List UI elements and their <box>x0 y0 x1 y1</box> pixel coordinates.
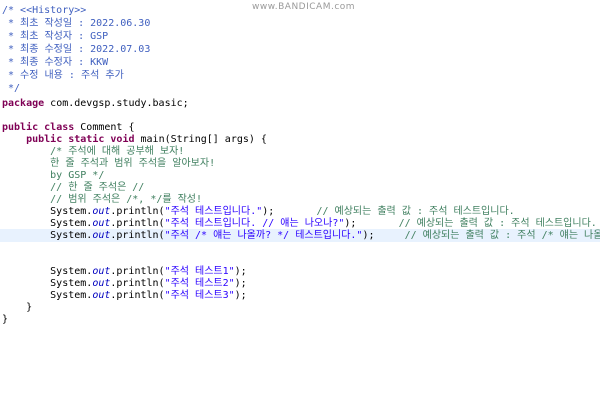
code-line-2: * 최초 작성일 : 2022.06.30 <box>0 17 600 30</box>
out-field: out <box>92 266 111 277</box>
out-field: out <box>92 218 111 229</box>
string-literal: "주석 테스트2" <box>164 278 235 289</box>
code-line-class-close: } <box>0 313 600 326</box>
package-keyword: package <box>2 98 45 109</box>
header-comment-line: * 최종 수정자 : KKW <box>2 57 109 68</box>
trailing-comment: // 예상되는 출력 값 : 주석 테스트입니다. <box>316 206 515 217</box>
string-literal: "주석 테스트입니다. // 얘는 나오나?" <box>164 218 345 229</box>
code-line-4: * 최종 수정일 : 2022.07.03 <box>0 43 600 56</box>
code-line-3: * 최초 작성자 : GSP <box>0 30 600 43</box>
header-comment-line: * 최초 작성자 : GSP <box>2 31 109 42</box>
code-line-5: * 최종 수정자 : KKW <box>0 56 600 69</box>
class-keyword: class <box>44 122 75 133</box>
string-literal: "주석 테스트3" <box>164 290 235 301</box>
header-comment-line: * 최종 수정일 : 2022.07.03 <box>2 44 151 55</box>
string-literal: "주석 테스트1" <box>164 266 235 277</box>
string-literal: "주석 /* 얘는 나올까? */ 테스트입니다." <box>164 230 363 241</box>
code-line-1: /* <<History>> <box>0 4 600 17</box>
public-keyword: public <box>2 122 39 133</box>
class-name: Comment { <box>74 122 135 133</box>
trailing-comment: // 예상되는 출력 값 : 주석 테스트입니다. // 얘는 나오나? <box>398 218 597 229</box>
out-field: out <box>92 206 111 217</box>
string-literal: "주석 테스트입니다." <box>164 206 263 217</box>
header-comment-line: */ <box>2 83 21 94</box>
static-keyword: static <box>68 134 105 145</box>
code-editor[interactable]: www.BANDICAM.com /* <<History>> * 최초 작성일… <box>0 0 600 403</box>
code-line-println-3-current: System.out.println("주석 /* 얘는 나올까? */ 테스트… <box>0 229 600 242</box>
code-line-7: */ <box>0 82 600 95</box>
code-line-6: * 수정 내용 : 주석 추가 <box>0 69 600 82</box>
void-keyword: void <box>110 134 135 145</box>
trailing-comment: // 예상되는 출력 값 : 주석 /* 얘는 나올까? */ 테스트입니다. <box>404 230 600 241</box>
public-keyword: public <box>26 134 63 145</box>
out-field: out <box>92 290 111 301</box>
out-field: out <box>92 230 111 241</box>
out-field: out <box>92 278 111 289</box>
header-comment-line: * 수정 내용 : 주석 추가 <box>2 70 124 81</box>
header-comment-line: /* <<History>> <box>2 5 87 16</box>
package-name: com.devgsp.study.basic; <box>44 98 189 109</box>
code-line-package: package com.devgsp.study.basic; <box>0 97 600 110</box>
closing-brace: } <box>2 314 9 325</box>
main-signature: main(String[] args) { <box>134 134 267 145</box>
header-comment-line: * 최초 작성일 : 2022.06.30 <box>2 18 151 29</box>
